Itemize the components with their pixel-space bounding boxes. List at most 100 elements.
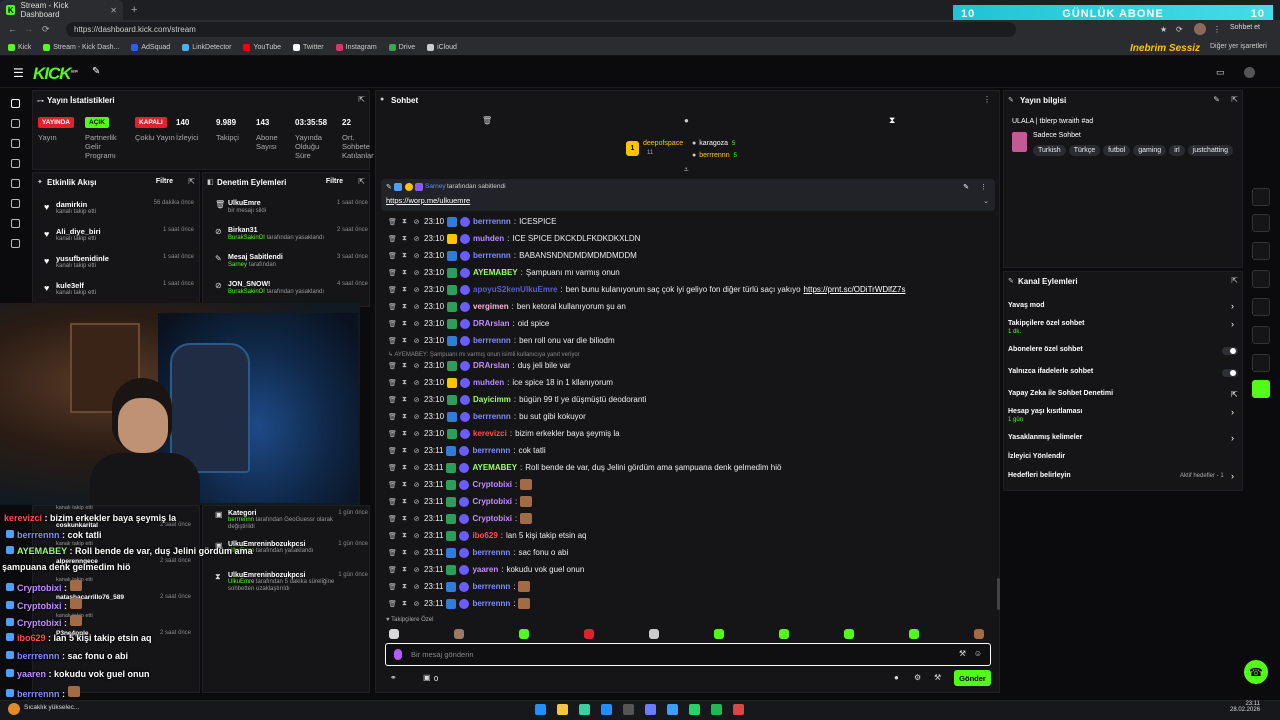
- timeout-icon[interactable]: ⧗: [400, 337, 409, 345]
- timeout-icon[interactable]: ⧗: [400, 252, 409, 260]
- timeout-icon[interactable]: ⧗: [400, 320, 409, 328]
- users-icon[interactable]: [1252, 354, 1270, 372]
- popout-icon[interactable]: ⇱: [1231, 276, 1238, 285]
- bookmark-item[interactable]: AdSquad: [131, 43, 170, 51]
- message-user[interactable]: berrrennn: [472, 599, 510, 608]
- message-user[interactable]: berrrennn: [473, 251, 511, 260]
- emote-icon[interactable]: [974, 629, 984, 639]
- chat-input-box[interactable]: Bir mesaj gönderin ⚒ ☺: [385, 643, 991, 666]
- emote-icon[interactable]: [649, 629, 659, 639]
- popout-icon[interactable]: ⇱: [358, 95, 365, 104]
- delete-message-icon[interactable]: 🗑: [388, 447, 397, 455]
- chat-message[interactable]: 🗑 ⧗ ⊘ 23:11 berrrennn:: [388, 578, 988, 595]
- hamburger-menu-icon[interactable]: ☰: [13, 66, 24, 80]
- popout-icon[interactable]: ⇱: [1231, 95, 1238, 104]
- channel-action-label[interactable]: Yavaş mod: [1008, 302, 1045, 309]
- message-user[interactable]: berrrennn: [472, 582, 510, 591]
- emote-icon[interactable]: [389, 629, 399, 639]
- chat-message[interactable]: 🗑 ⧗ ⊘ 23:11 Cryptobixi:: [388, 493, 988, 510]
- close-tab-icon[interactable]: ✕: [110, 6, 117, 15]
- chat-scrollbar[interactable]: [997, 578, 1000, 610]
- ban-icon[interactable]: ⊘: [412, 362, 421, 370]
- bookmark-item[interactable]: Kick: [8, 43, 31, 51]
- message-user[interactable]: muhden: [473, 234, 504, 243]
- channel-action-label[interactable]: Yalnızca ifadelerle sohbet: [1008, 368, 1093, 375]
- ban-icon[interactable]: ⊘: [412, 218, 421, 226]
- ban-icon[interactable]: ⊘: [412, 379, 421, 387]
- monitor-icon[interactable]: ▭: [1216, 67, 1225, 78]
- timeout-icon[interactable]: ⧗: [400, 481, 409, 489]
- tag-pill[interactable]: Turkish: [1033, 145, 1066, 156]
- activity-item[interactable]: ♥ Ali_diye_biri kanalı takip etti 1 saat ön…: [44, 227, 194, 242]
- menu-dots-icon[interactable]: ⋮: [1213, 25, 1221, 34]
- chat-message[interactable]: 🗑 ⧗ ⊘ 23:10 berrrennn: bu sut gibi kokuyor: [388, 408, 988, 425]
- forward-icon[interactable]: →: [24, 24, 33, 34]
- taskbar-app-icon[interactable]: [667, 704, 678, 715]
- ban-icon[interactable]: ⊘: [412, 532, 421, 540]
- timeout-icon[interactable]: ⧗: [400, 235, 409, 243]
- moderation-actor[interactable]: berrrennn: [228, 517, 254, 523]
- chevron-right-icon[interactable]: ›: [1231, 319, 1234, 329]
- pinned-menu-icon[interactable]: ⋮: [980, 183, 987, 191]
- ban-icon[interactable]: ⊘: [412, 600, 421, 608]
- kick-logo[interactable]: KICKBETA: [33, 64, 78, 84]
- message-user[interactable]: berrrennn: [473, 412, 511, 421]
- chat-bubble-icon[interactable]: ●: [684, 116, 689, 125]
- ban-icon[interactable]: ⊘: [412, 566, 421, 574]
- chat-message[interactable]: 🗑 ⧗ ⊘ 23:11 Cryptobixi:: [388, 510, 988, 527]
- channel-action-label[interactable]: Yapay Zeka ile Sohbet Denetimi: [1008, 390, 1113, 397]
- ban-icon[interactable]: ⊘: [412, 498, 421, 506]
- delete-message-icon[interactable]: 🗑: [388, 269, 397, 277]
- moderation-actor[interactable]: BurakSakinOl: [228, 289, 265, 295]
- pinned-link[interactable]: https://worp.me/ulkuemre: [386, 196, 470, 205]
- message-user[interactable]: DRArslan: [473, 319, 509, 328]
- ban-icon[interactable]: ⊘: [412, 396, 421, 404]
- bookmark-item[interactable]: YouTube: [243, 43, 281, 51]
- moderation-actor[interactable]: BurakSakinOl: [228, 235, 265, 241]
- chat-message[interactable]: 🗑 ⧗ ⊘ 23:11 berrrennn:: [388, 595, 988, 612]
- tag-pill[interactable]: justchatting: [1187, 145, 1234, 156]
- chart-icon[interactable]: [10, 139, 20, 148]
- link-icon[interactable]: [10, 119, 20, 128]
- taskbar-app-icon[interactable]: [601, 704, 612, 715]
- emoji-icon[interactable]: ☺: [974, 649, 982, 658]
- collapse-icon[interactable]: ⩡: [684, 165, 689, 175]
- chat-message[interactable]: 🗑 ⧗ ⊘ 23:10 berrrennn: BABANSNDNDMDMDMDMDDM: [388, 247, 988, 264]
- taskbar-app-icon[interactable]: [689, 704, 700, 715]
- message-user[interactable]: Cryptobixi: [472, 514, 512, 523]
- delete-message-icon[interactable]: 🗑: [388, 600, 397, 608]
- toggle-switch[interactable]: [1222, 347, 1238, 355]
- ban-icon[interactable]: ⊘: [412, 464, 421, 472]
- moderation-item[interactable]: ▣ Kategori berrrennn tarafından GeoGuessr …: [215, 510, 368, 531]
- timeout-icon[interactable]: ⧗: [400, 532, 409, 540]
- ban-icon[interactable]: ⊘: [412, 413, 421, 421]
- top-chatter[interactable]: ● berrrennn 5: [692, 152, 737, 159]
- phone-icon[interactable]: [1252, 214, 1270, 232]
- chat-message[interactable]: 🗑 ⧗ ⊘ 23:10 DRArslan: oid spice: [388, 315, 988, 332]
- bookmark-item[interactable]: Instagram: [335, 43, 377, 51]
- send-button[interactable]: Gönder: [954, 670, 991, 686]
- channel-action-label[interactable]: Abonelere özel sohbet: [1008, 346, 1083, 353]
- message-user[interactable]: AYEMABEY: [472, 463, 517, 472]
- ban-icon[interactable]: ⊘: [412, 430, 421, 438]
- link-icon[interactable]: ⚭: [390, 673, 397, 682]
- bookmark-item[interactable]: Drive: [388, 43, 415, 51]
- delete-message-icon[interactable]: 🗑: [388, 464, 397, 472]
- message-user[interactable]: AYEMABEY: [473, 268, 518, 277]
- chat-message[interactable]: 🗑 ⧗ ⊘ 23:11 ibo629: lan 5 kişi takip etsin aq: [388, 527, 988, 544]
- channel-action-label[interactable]: Hedefleri belirleyin: [1008, 472, 1071, 479]
- message-user[interactable]: Dayicimm: [473, 395, 511, 404]
- delete-message-icon[interactable]: 🗑: [388, 218, 397, 226]
- delete-message-icon[interactable]: 🗑: [388, 303, 397, 311]
- message-user[interactable]: yaaren: [472, 565, 498, 574]
- message-user[interactable]: berrrennn: [473, 217, 511, 226]
- settings-gear-icon[interactable]: ⚙: [914, 673, 921, 682]
- bookmark-item[interactable]: Stream - Kick Dash...: [43, 43, 119, 51]
- delete-message-icon[interactable]: 🗑: [388, 430, 397, 438]
- taskbar-app-icon[interactable]: [579, 704, 590, 715]
- server-icon[interactable]: [1252, 298, 1270, 316]
- chat-message[interactable]: 🗑 ⧗ ⊘ 23:11 AYEMABEY: Roll bende de var, duş …: [388, 459, 988, 476]
- timeout-icon[interactable]: ⧗: [400, 379, 409, 387]
- delete-message-icon[interactable]: 🗑: [388, 362, 397, 370]
- timeout-icon[interactable]: ⧗: [400, 600, 409, 608]
